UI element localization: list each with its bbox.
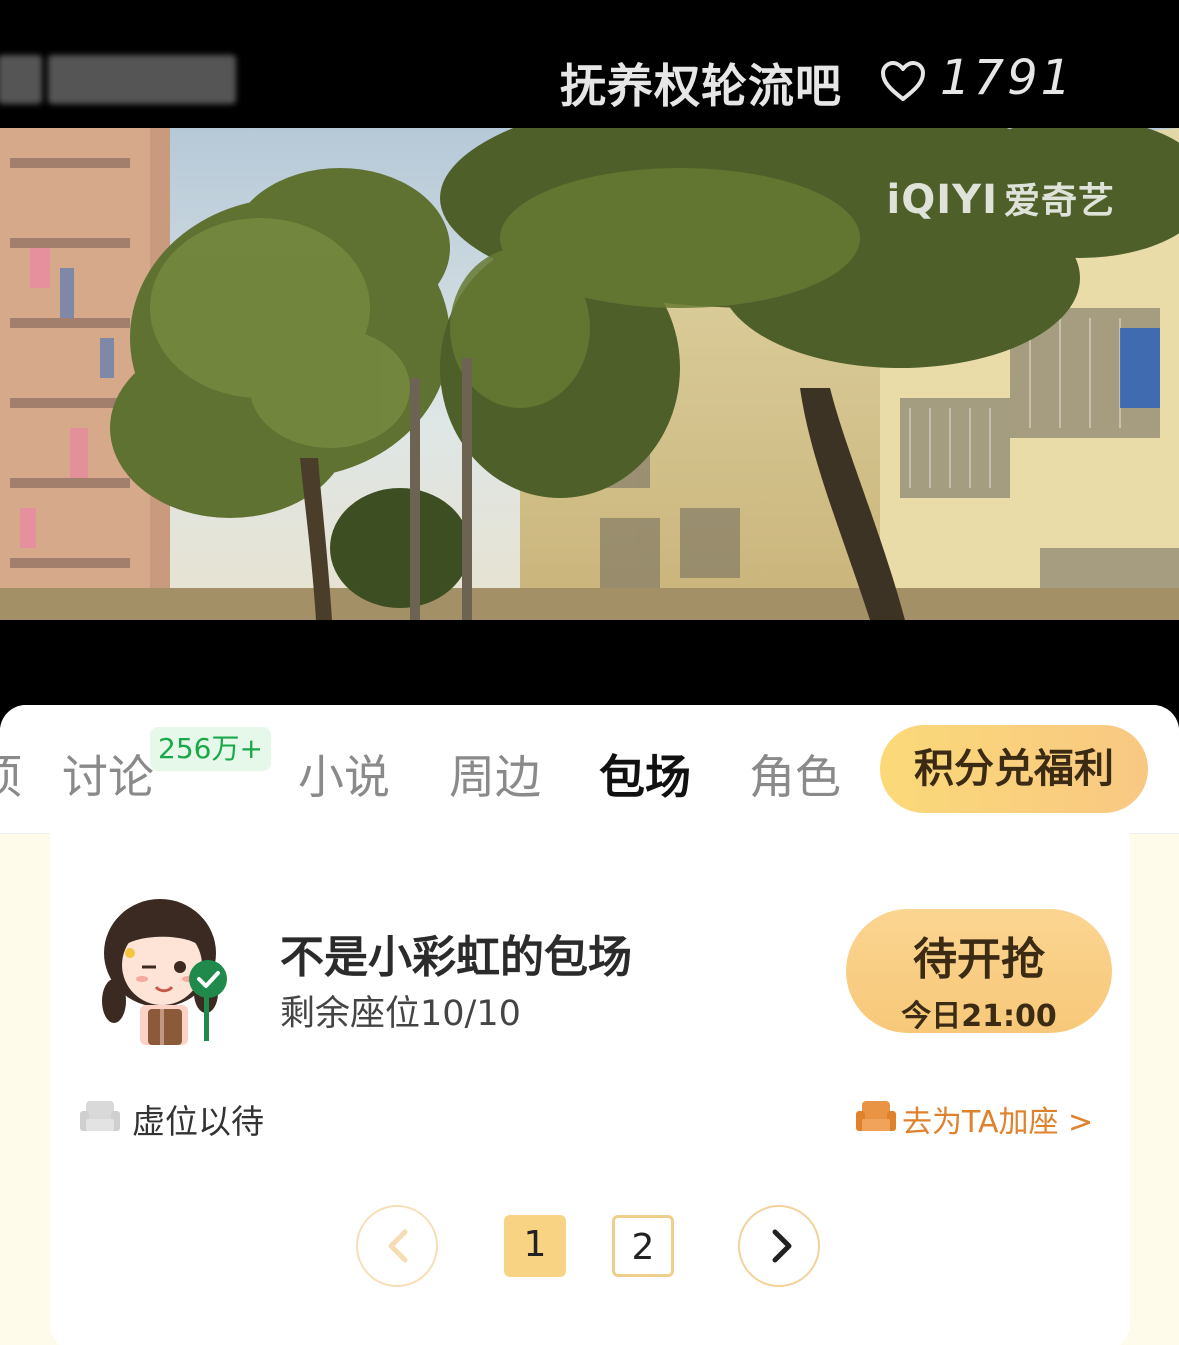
add-seat-label: 去为TA加座 > <box>902 1105 1094 1140</box>
grab-label: 待开抢 <box>913 934 1045 985</box>
top-bar: 云xxxxxxx 抚养权轮流吧 1791 <box>0 0 1179 128</box>
room-title: 不是小彩虹的包场 <box>280 932 632 983</box>
discussion-count-badge: 256万+ <box>150 727 271 771</box>
chevron-left-icon <box>388 1229 408 1263</box>
page-1-button[interactable]: 1 <box>504 1215 566 1277</box>
tab-merch[interactable]: 周边 <box>449 741 541 807</box>
empty-seat-label: 虚位以待 <box>132 1102 264 1141</box>
video-title: 抚养权轮流吧 <box>560 59 842 113</box>
previous-page-button[interactable] <box>356 1205 438 1287</box>
sofa-icon <box>80 1101 120 1131</box>
bottom-panel: 项 讨论 256万+ 小说 周边 包场 角色 积分兑福利 <box>0 705 1179 1345</box>
blurred-header-text: 云xxxxxxx <box>0 46 237 107</box>
heart-icon[interactable] <box>880 60 926 102</box>
host-avatar[interactable] <box>100 893 228 1051</box>
iqiyi-watermark: iQIYI 爱奇艺 <box>886 177 1115 223</box>
points-redeem-button[interactable]: 积分兑福利 <box>880 725 1148 813</box>
add-seat-link[interactable]: 去为TA加座 > <box>856 1095 1116 1140</box>
screening-room-card: 不是小彩虹的包场 剩余座位10/10 待开抢 今日21:00 虚位以待 去为TA… <box>50 833 1130 1345</box>
chevron-right-icon <box>772 1229 792 1263</box>
like-count: 1791 <box>940 50 1075 106</box>
tab-private-screening[interactable]: 包场 <box>599 741 691 807</box>
remaining-seats: 剩余座位10/10 <box>280 994 521 1034</box>
tab-characters[interactable]: 角色 <box>749 741 841 807</box>
page-2-button[interactable]: 2 <box>612 1215 674 1277</box>
tab-partial[interactable]: 项 <box>0 741 22 807</box>
next-page-button[interactable] <box>738 1205 820 1287</box>
sofa-icon <box>856 1101 896 1131</box>
tab-bar: 项 讨论 256万+ 小说 周边 包场 角色 积分兑福利 <box>0 705 1179 834</box>
tab-discussion[interactable]: 讨论 <box>62 741 154 807</box>
video-player[interactable]: iQIYI 爱奇艺 <box>0 128 1179 620</box>
grab-seat-button[interactable]: 待开抢 今日21:00 <box>846 909 1112 1034</box>
grab-time: 今日21:00 <box>901 999 1057 1034</box>
tab-novel[interactable]: 小说 <box>298 741 390 807</box>
